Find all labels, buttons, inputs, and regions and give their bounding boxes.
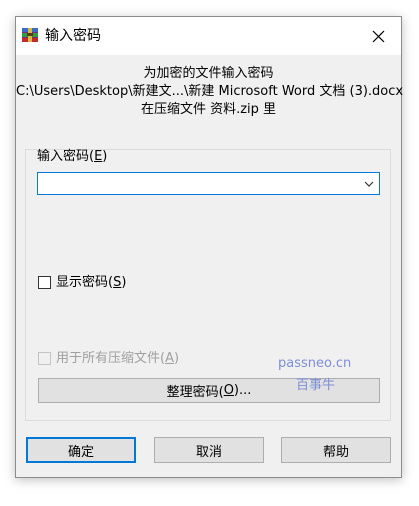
watermark-url: passneo.cn bbox=[278, 356, 352, 371]
title-bar[interactable]: 输入密码 bbox=[16, 17, 401, 55]
file-path: C:\Users\Desktop\新建文...\新建 Microsoft Wor… bbox=[16, 84, 404, 99]
organize-hotkey: O bbox=[223, 383, 234, 398]
use-for-all-hotkey: A bbox=[165, 351, 174, 366]
archive-name: 在压缩文件 资料.zip 里 bbox=[140, 102, 277, 117]
password-input[interactable] bbox=[37, 172, 380, 195]
password-label: 输入密码(E) bbox=[37, 149, 108, 164]
cancel-button[interactable]: 取消 bbox=[154, 437, 264, 463]
show-password-label[interactable]: 显示密码(S) bbox=[56, 275, 126, 291]
chevron-down-icon[interactable] bbox=[363, 178, 375, 190]
show-password-checkbox[interactable] bbox=[38, 276, 51, 289]
winrar-app-icon bbox=[22, 28, 38, 42]
ok-button[interactable]: 确定 bbox=[26, 437, 136, 463]
use-for-all-label[interactable]: 用于所有压缩文件(A) bbox=[56, 351, 179, 367]
archive-info: 为加密的文件输入密码 C:\Users\Desktop\新建文...\新建 Mi… bbox=[16, 65, 404, 119]
info-prompt: 为加密的文件输入密码 bbox=[143, 66, 274, 81]
help-button[interactable]: 帮助 bbox=[281, 437, 391, 463]
close-icon bbox=[372, 30, 384, 42]
window-title: 输入密码 bbox=[45, 28, 101, 44]
watermark-brand: 百事牛 bbox=[296, 378, 336, 393]
close-button[interactable] bbox=[355, 17, 401, 55]
use-for-all-checkbox[interactable] bbox=[38, 352, 51, 365]
password-dialog: 输入密码 为加密的文件输入密码 C:\Users\Desktop\新建文...\… bbox=[15, 16, 404, 478]
